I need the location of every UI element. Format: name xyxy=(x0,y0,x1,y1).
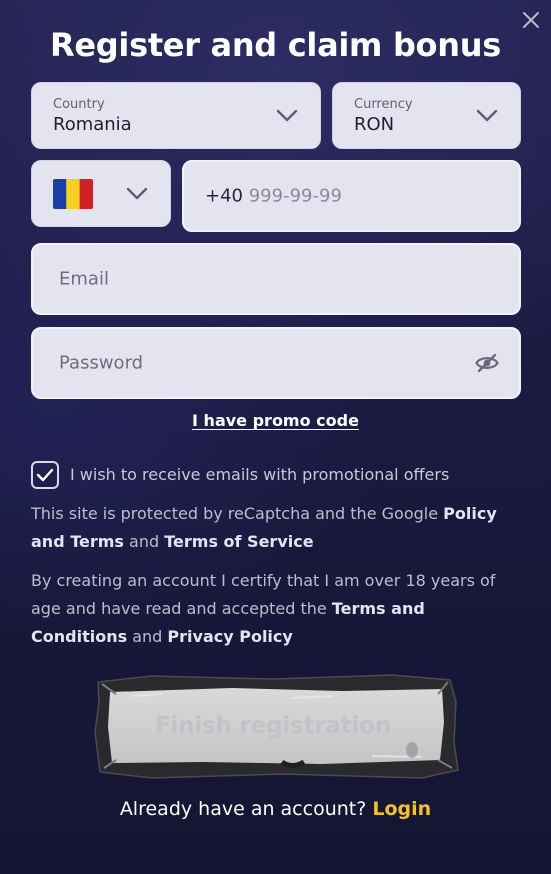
certify-and: and xyxy=(132,627,163,646)
promo-emails-label: I wish to receive emails with promotiona… xyxy=(70,465,450,484)
currency-value: RON xyxy=(354,114,395,135)
certify-notice: By creating an account I certify that I … xyxy=(31,567,523,651)
country-select[interactable]: Country Romania xyxy=(31,82,321,149)
phone-country-select[interactable] xyxy=(31,160,171,227)
privacy-policy-link[interactable]: Privacy Policy xyxy=(167,627,292,646)
page-title: Register and claim bonus xyxy=(50,26,501,64)
login-prompt: Already have an account? Login xyxy=(0,798,551,820)
promo-emails-checkbox[interactable] xyxy=(31,461,59,489)
email-placeholder: Email xyxy=(59,268,109,290)
password-field[interactable]: Password xyxy=(31,327,521,399)
promo-code-link[interactable]: I have promo code xyxy=(0,411,551,430)
phone-input[interactable]: +40 999-99-99 xyxy=(182,160,521,232)
terms-of-service-link[interactable]: Terms of Service xyxy=(164,532,313,551)
recaptcha-notice: This site is protected by reCaptcha and … xyxy=(31,500,523,556)
check-icon xyxy=(36,468,54,482)
romania-flag-icon xyxy=(53,179,93,209)
phone-placeholder: +40 999-99-99 xyxy=(205,186,342,207)
recaptcha-and: and xyxy=(129,532,160,551)
recaptcha-text: This site is protected by reCaptcha and … xyxy=(31,504,439,523)
currency-label: Currency xyxy=(354,97,413,112)
email-field[interactable]: Email xyxy=(31,243,521,315)
chevron-down-icon xyxy=(276,109,298,121)
phone-mask: 999-99-99 xyxy=(248,185,342,207)
login-prompt-text: Already have an account? xyxy=(119,798,367,820)
chevron-down-icon xyxy=(476,109,498,121)
phone-prefix: +40 xyxy=(205,185,243,207)
eye-slash-icon[interactable] xyxy=(475,353,499,373)
country-value: Romania xyxy=(53,114,132,135)
currency-select[interactable]: Currency RON xyxy=(332,82,521,149)
chevron-down-icon xyxy=(126,187,148,199)
certify-text: By creating an account I certify that I … xyxy=(31,571,496,618)
country-label: Country xyxy=(53,97,105,112)
login-link[interactable]: Login xyxy=(372,798,431,820)
password-placeholder: Password xyxy=(59,352,144,374)
finish-registration-button[interactable]: Finish registration xyxy=(112,690,434,762)
finish-registration-wrapper: Finish registration xyxy=(92,672,460,782)
